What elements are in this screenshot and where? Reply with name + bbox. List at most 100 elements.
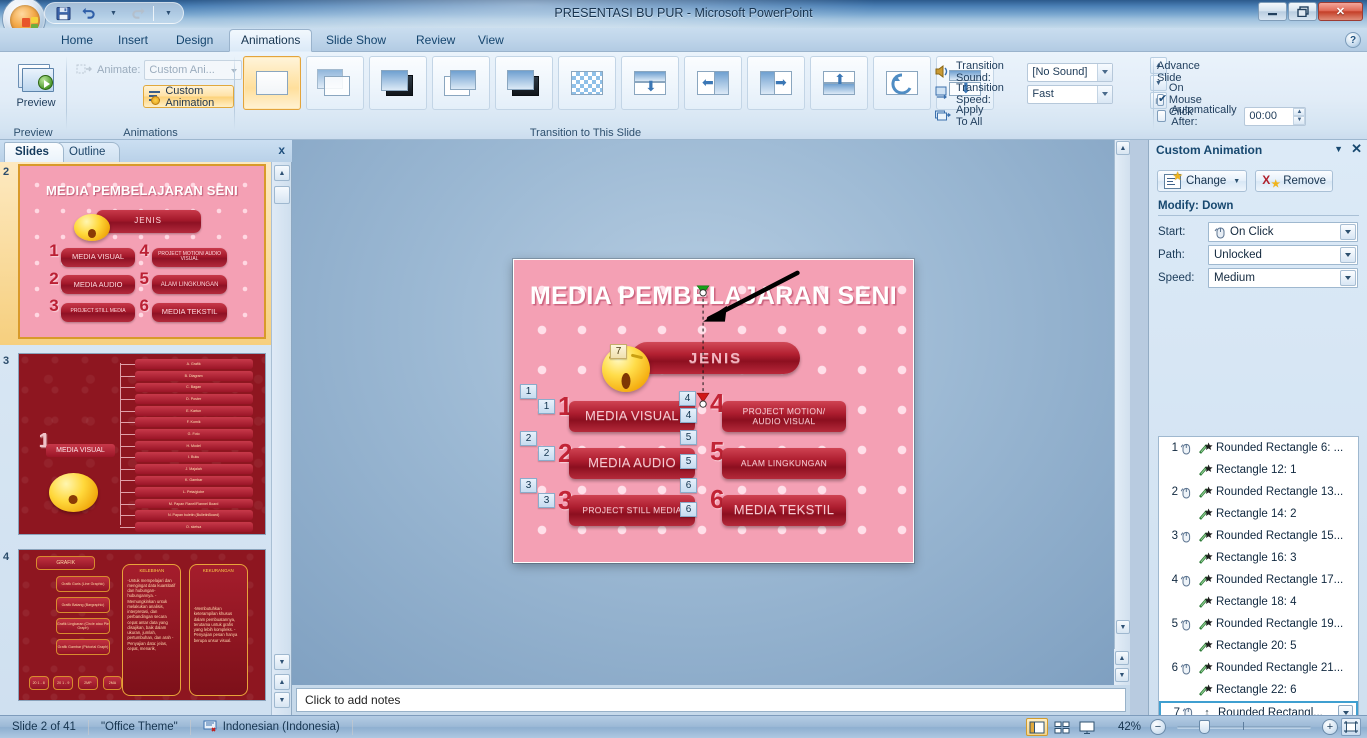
automatically-after-stepper[interactable]: 00:00 ▲ ▼ bbox=[1244, 106, 1307, 126]
animation-item-6[interactable]: Rectangle 16: 3 bbox=[1159, 547, 1358, 569]
start-select[interactable]: On Click bbox=[1208, 222, 1358, 242]
slide-indicator[interactable]: Slide 2 of 41 bbox=[0, 716, 88, 738]
transition-clock-wheel[interactable] bbox=[873, 56, 931, 110]
preview-button[interactable]: Preview bbox=[8, 57, 64, 125]
animate-combo[interactable]: Custom Ani... bbox=[144, 60, 243, 80]
animation-item-10[interactable]: Rectangle 20: 5 bbox=[1159, 635, 1358, 657]
zoom-in-button[interactable]: + bbox=[1322, 719, 1338, 735]
shape-media-tekstil[interactable]: MEDIA TEKSTIL bbox=[722, 495, 846, 526]
animation-tag-1-outer[interactable]: 1 bbox=[520, 384, 537, 399]
slide-thumbnail-2[interactable]: 2 MEDIA PEMBELAJARAN SENI JENIS 1 MEDIA … bbox=[0, 162, 272, 345]
previous-slide-icon[interactable]: ▲ bbox=[1115, 651, 1129, 665]
animation-item-2[interactable]: Rectangle 12: 1 bbox=[1159, 459, 1358, 481]
slide-thumbnail-4[interactable]: 4 GRAFIK Grafik Garis (Line Graphic) Gra… bbox=[0, 547, 272, 707]
save-icon[interactable] bbox=[53, 4, 74, 23]
transition-speed-chevron-down-icon[interactable] bbox=[1096, 85, 1112, 103]
animation-tag-5-outer[interactable]: 5 bbox=[680, 430, 697, 445]
animation-item-4[interactable]: Rectangle 14: 2 bbox=[1159, 503, 1358, 525]
speed-select[interactable]: Medium bbox=[1208, 268, 1358, 288]
automatically-after-checkbox[interactable] bbox=[1157, 110, 1167, 122]
slide-scroll-up-icon[interactable]: ▲ bbox=[1116, 141, 1130, 155]
transition-speed-combo[interactable]: Fast bbox=[1027, 84, 1113, 104]
tab-view[interactable]: View bbox=[467, 30, 515, 52]
remove-effect-button[interactable]: X ★ Remove bbox=[1255, 170, 1334, 192]
close-button[interactable]: ✕ bbox=[1318, 2, 1363, 21]
animation-tag-4-inner[interactable]: 4 bbox=[680, 408, 697, 423]
shape-alam-lingkungan[interactable]: ALAM LINGKUNGAN bbox=[722, 448, 846, 479]
custom-animation-button[interactable]: Custom Animation bbox=[143, 85, 234, 109]
transition-wipe-left[interactable]: ⬅ bbox=[684, 56, 742, 110]
fit-slide-to-window-icon[interactable] bbox=[1341, 718, 1361, 736]
change-effect-button[interactable]: ★ Change ▼ bbox=[1157, 170, 1248, 192]
panel-next-slide-icon[interactable]: ▼ bbox=[274, 692, 290, 708]
language-indicator[interactable]: Indonesian (Indonesia) bbox=[191, 716, 352, 738]
start-chevron-down-icon[interactable] bbox=[1340, 224, 1356, 240]
apply-to-all-button[interactable]: Apply To All bbox=[935, 104, 984, 128]
transition-cut-through-black[interactable] bbox=[369, 56, 427, 110]
transition-fade-smoothly[interactable] bbox=[432, 56, 490, 110]
slide-title[interactable]: MEDIA PEMBELAJARAN SENI bbox=[514, 282, 913, 311]
animation-item-12[interactable]: Rectangle 22: 6 bbox=[1159, 679, 1358, 701]
shape-jenis[interactable]: JENIS bbox=[631, 342, 800, 374]
animation-tag-3-outer[interactable]: 3 bbox=[520, 478, 537, 493]
shape-media-visual[interactable]: MEDIA VISUAL bbox=[569, 401, 695, 432]
animation-tag-6-outer[interactable]: 6 bbox=[680, 478, 697, 493]
animation-tag-4-outer[interactable]: 4 bbox=[679, 391, 696, 406]
panel-scroll-down-icon[interactable]: ▼ bbox=[274, 654, 290, 670]
current-slide[interactable]: MEDIA PEMBELAJARAN SENI JENIS 7 1 MEDIA … bbox=[513, 259, 914, 563]
tab-review[interactable]: Review bbox=[405, 30, 466, 52]
animation-item-5[interactable]: 3 Rounded Rectangle 15... bbox=[1159, 525, 1358, 547]
minimize-button[interactable] bbox=[1258, 2, 1287, 21]
undo-dropdown-icon[interactable]: ▼ bbox=[103, 4, 124, 23]
animation-item-9[interactable]: 5 Rounded Rectangle 19... bbox=[1159, 613, 1358, 635]
zoom-slider[interactable] bbox=[1169, 719, 1319, 735]
change-chevron-down-icon[interactable]: ▼ bbox=[1233, 178, 1240, 185]
slides-panel-scrollbar[interactable]: ▲ ▼ ▲ ▼ bbox=[271, 162, 291, 715]
notes-input[interactable]: Click to add notes bbox=[296, 688, 1126, 712]
redo-icon[interactable] bbox=[128, 4, 149, 23]
transition-blinds-fade[interactable] bbox=[306, 56, 364, 110]
animation-tag-2-outer[interactable]: 2 bbox=[520, 431, 537, 446]
transition-wipe-up[interactable]: ⬆ bbox=[810, 56, 868, 110]
panel-scroll-thumb[interactable] bbox=[274, 186, 290, 204]
animation-tag-1-inner[interactable]: 1 bbox=[538, 399, 555, 414]
theme-indicator[interactable]: "Office Theme" bbox=[89, 716, 190, 738]
animation-item-8[interactable]: Rectangle 18: 4 bbox=[1159, 591, 1358, 613]
tab-slides[interactable]: Slides bbox=[4, 142, 64, 162]
tab-slide-show[interactable]: Slide Show bbox=[315, 30, 397, 52]
office-button[interactable] bbox=[2, 0, 46, 28]
automatically-after-row[interactable]: Automatically After: 00:00 ▲ ▼ bbox=[1157, 104, 1307, 128]
transition-sound-chevron-down-icon[interactable] bbox=[1096, 63, 1112, 81]
slide-show-view-button[interactable] bbox=[1076, 718, 1098, 736]
slide-area-scrollbar[interactable]: ▲ ▼ bbox=[1114, 140, 1130, 649]
panel-prev-slide-icon[interactable]: ▲ bbox=[274, 674, 290, 690]
next-slide-icon[interactable]: ▼ bbox=[1115, 668, 1129, 682]
shape-project-motion-audio-visual[interactable]: PROJECT MOTION/ AUDIO VISUAL bbox=[722, 401, 846, 432]
task-pane-close-icon[interactable]: ✕ bbox=[1351, 142, 1362, 155]
animation-tag-7[interactable]: 7 bbox=[610, 344, 627, 359]
tab-design[interactable]: Design bbox=[165, 30, 224, 52]
restore-button[interactable] bbox=[1288, 2, 1317, 21]
zoom-out-button[interactable]: − bbox=[1150, 719, 1166, 735]
animation-tag-6-inner[interactable]: 6 bbox=[680, 502, 697, 517]
zoom-level[interactable]: 42% bbox=[1112, 716, 1147, 738]
animation-item-3[interactable]: 2 Rounded Rectangle 13... bbox=[1159, 481, 1358, 503]
animation-tag-3-inner[interactable]: 3 bbox=[538, 493, 555, 508]
tab-animations[interactable]: Animations bbox=[229, 29, 313, 52]
help-icon[interactable]: ? bbox=[1345, 32, 1361, 48]
path-chevron-down-icon[interactable] bbox=[1340, 247, 1356, 263]
task-pane-chevron-down-icon[interactable]: ▼ bbox=[1334, 144, 1343, 154]
normal-view-button[interactable] bbox=[1025, 718, 1048, 736]
shape-project-still-media[interactable]: PROJECT STILL MEDIA bbox=[569, 495, 695, 526]
animation-tag-5-inner[interactable]: 5 bbox=[680, 454, 697, 469]
animation-item-1[interactable]: 1 Rounded Rectangle 6: ... bbox=[1159, 437, 1358, 459]
tab-insert[interactable]: Insert bbox=[107, 30, 159, 52]
spinner-down-icon[interactable]: ▼ bbox=[1293, 116, 1306, 125]
transition-sound-combo[interactable]: [No Sound] bbox=[1027, 62, 1113, 82]
animation-tag-2-inner[interactable]: 2 bbox=[538, 446, 555, 461]
undo-icon[interactable] bbox=[78, 4, 99, 23]
speed-chevron-down-icon[interactable] bbox=[1340, 270, 1356, 286]
spinner-up-icon[interactable]: ▲ bbox=[1293, 107, 1306, 116]
tab-home[interactable]: Home bbox=[50, 30, 104, 52]
path-select[interactable]: Unlocked bbox=[1208, 245, 1358, 265]
